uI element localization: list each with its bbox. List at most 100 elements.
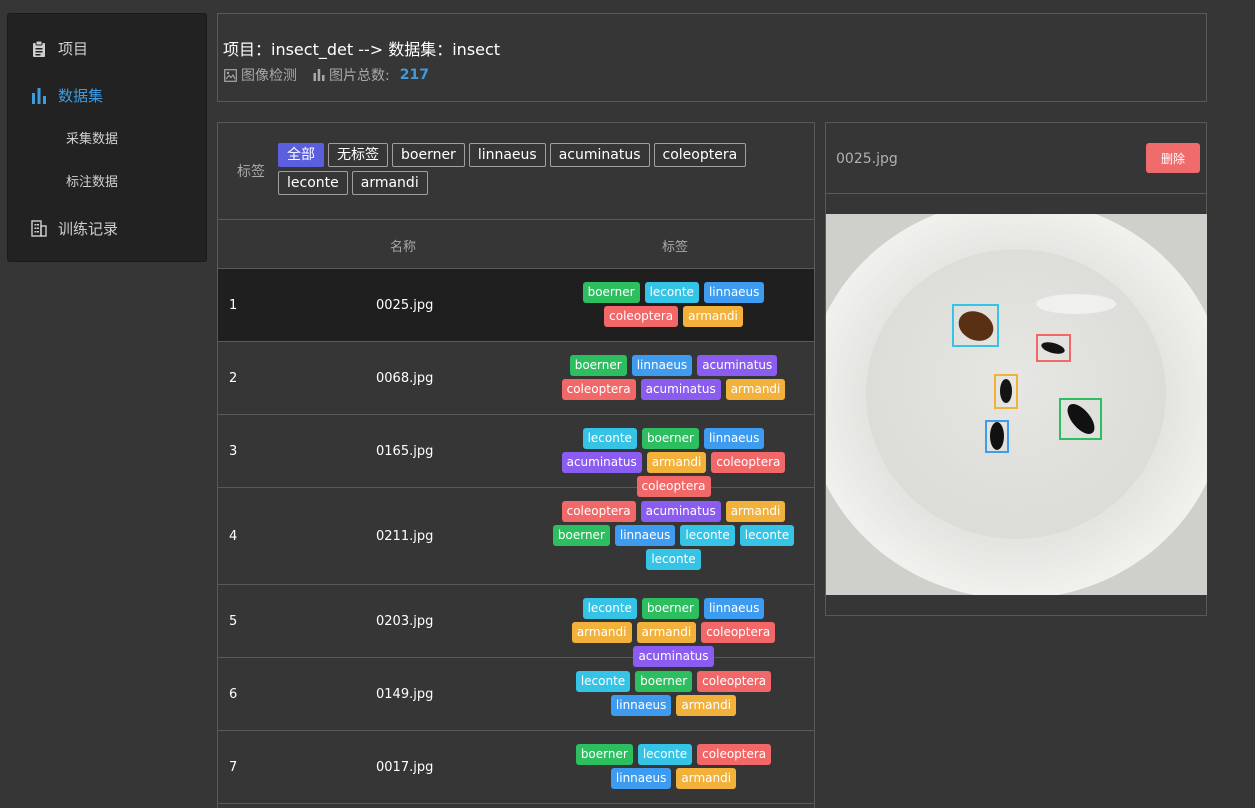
label-tag: armandi bbox=[571, 622, 632, 643]
image-count-label: 图片总数: bbox=[329, 68, 390, 84]
label-tag: leconte bbox=[582, 428, 637, 449]
image-count: 图片总数: 217 bbox=[313, 65, 429, 85]
label-tag: linnaeus bbox=[703, 282, 765, 303]
label-tag: armandi bbox=[646, 452, 707, 473]
image-icon bbox=[224, 68, 237, 82]
label-tag: leconte bbox=[680, 525, 735, 546]
filter-tag-5[interactable]: coleoptera bbox=[653, 143, 747, 167]
table-row[interactable]: 3 0165.jpg leconte boerner linnaeus acuminatu… bbox=[218, 415, 814, 497]
bar-chart-icon bbox=[30, 87, 48, 105]
column-header-name: 名称 bbox=[390, 240, 417, 255]
detail-filename: 0025.jpg bbox=[836, 151, 898, 167]
image-list-panel: 标签 全部 无标签 boerner linnaeus acuminatus coleopt… bbox=[217, 122, 815, 808]
bar-chart-icon bbox=[313, 69, 325, 81]
row-index: 4 bbox=[229, 529, 238, 544]
row-tags: boerner linnaeus acuminatus coleoptera acumi… bbox=[548, 355, 798, 403]
image-count-value: 217 bbox=[399, 67, 429, 83]
annotated-image bbox=[826, 214, 1207, 595]
nav-label-dataset: 数据集 bbox=[58, 87, 104, 105]
label-tag: leconte bbox=[637, 744, 693, 765]
nav-item-project[interactable]: 项目 bbox=[8, 38, 206, 59]
label-tag: boerner bbox=[582, 282, 640, 303]
row-filename: 0203.jpg bbox=[376, 614, 434, 629]
row-index: 7 bbox=[229, 760, 238, 775]
image-detail-header: 0025.jpg 删除 bbox=[825, 122, 1207, 194]
label-tag: armandi bbox=[683, 306, 743, 327]
row-index: 5 bbox=[229, 614, 238, 629]
label-tag: linnaeus bbox=[703, 428, 765, 449]
label-tag: boerner bbox=[569, 355, 627, 376]
task-type-label: 图像检测 bbox=[241, 68, 297, 84]
row-index: 2 bbox=[229, 371, 238, 386]
delete-button[interactable]: 删除 bbox=[1146, 143, 1200, 173]
label-tag: acuminatus bbox=[640, 379, 721, 400]
row-index: 6 bbox=[229, 687, 238, 702]
label-tag: boerner bbox=[552, 525, 610, 546]
label-tag: acuminatus bbox=[640, 501, 721, 522]
row-index: 3 bbox=[229, 444, 238, 459]
filter-tag-1[interactable]: 无标签 bbox=[328, 143, 388, 167]
label-tag: coleoptera bbox=[561, 501, 636, 522]
label-tag: leconte bbox=[646, 549, 701, 570]
table-row[interactable]: 1 0025.jpg boerner leconte linnaeus coleopter… bbox=[218, 269, 814, 342]
tag-filter-options: 全部 无标签 boerner linnaeus acuminatus coleoptera… bbox=[278, 143, 798, 199]
nav-label-project: 项目 bbox=[58, 40, 89, 58]
row-filename: 0149.jpg bbox=[376, 687, 434, 702]
row-tags: coleoptera acuminatus armandi boerner linnae… bbox=[548, 501, 798, 573]
nav-sub-annotate-data[interactable]: 标注数据 bbox=[66, 171, 118, 190]
label-tag: armandi bbox=[676, 695, 737, 716]
label-tag: coleoptera bbox=[697, 744, 772, 765]
label-tag: linnaeus bbox=[631, 355, 693, 376]
label-tag: leconte bbox=[739, 525, 795, 546]
label-tag: leconte bbox=[575, 671, 631, 692]
dataset-header: 项目：insect_det --> 数据集：insect 图像检测 图片总数: … bbox=[217, 13, 1207, 102]
row-filename: 0165.jpg bbox=[376, 444, 434, 459]
header-meta: 图像检测 图片总数: 217 bbox=[224, 65, 445, 85]
label-tag: armandi bbox=[636, 622, 697, 643]
label-tag: linnaeus bbox=[610, 768, 672, 789]
filter-tag-4[interactable]: acuminatus bbox=[549, 143, 650, 167]
label-tag: boerner bbox=[641, 428, 699, 449]
filter-tag-0[interactable]: 全部 bbox=[278, 143, 324, 167]
nav-sub-collect-data[interactable]: 采集数据 bbox=[66, 128, 118, 147]
label-tag: coleoptera bbox=[711, 452, 786, 473]
nav-item-dataset[interactable]: 数据集 bbox=[8, 85, 206, 106]
row-filename: 0017.jpg bbox=[376, 760, 434, 775]
row-tags: boerner leconte coleoptera linnaeus armandi bbox=[548, 744, 798, 792]
filter-tag-7[interactable]: armandi bbox=[351, 171, 428, 195]
tag-filter: 标签 全部 无标签 boerner linnaeus acuminatus coleopt… bbox=[218, 123, 814, 220]
label-tag: coleoptera bbox=[701, 622, 776, 643]
building-icon bbox=[30, 220, 48, 238]
page-title: 项目：insect_det --> 数据集：insect bbox=[223, 40, 501, 59]
nav-label-training-records: 训练记录 bbox=[58, 220, 119, 238]
task-type: 图像检测 bbox=[224, 65, 297, 85]
row-filename: 0068.jpg bbox=[376, 371, 434, 386]
tag-filter-label: 标签 bbox=[237, 164, 265, 180]
label-tag: acuminatus bbox=[697, 355, 778, 376]
label-tag: leconte bbox=[644, 282, 699, 303]
table-row[interactable]: 6 0149.jpg leconte boerner coleoptera linnaeu… bbox=[218, 658, 814, 731]
row-index: 1 bbox=[229, 298, 238, 313]
label-tag: linnaeus bbox=[614, 525, 676, 546]
label-tag: linnaeus bbox=[703, 598, 765, 619]
label-tag: boerner bbox=[575, 744, 633, 765]
label-tag: acuminatus bbox=[561, 452, 642, 473]
filter-tag-3[interactable]: linnaeus bbox=[468, 143, 546, 167]
filter-tag-6[interactable]: leconte bbox=[278, 171, 348, 195]
label-tag: armandi bbox=[725, 379, 786, 400]
table-row[interactable]: 7 0017.jpg boerner leconte coleoptera linnaeu… bbox=[218, 731, 814, 804]
table-row[interactable]: 2 0068.jpg boerner linnaeus acuminatus coleop… bbox=[218, 342, 814, 415]
table-row[interactable]: 5 0203.jpg leconte boerner linnaeus armandi ar… bbox=[218, 585, 814, 667]
label-tag: linnaeus bbox=[610, 695, 672, 716]
label-tag: armandi bbox=[725, 501, 786, 522]
filter-tag-2[interactable]: boerner bbox=[392, 143, 465, 167]
label-tag: boerner bbox=[641, 598, 699, 619]
nav-item-training-records[interactable]: 训练记录 bbox=[8, 218, 206, 239]
clipboard-icon bbox=[30, 40, 48, 58]
label-tag: coleoptera bbox=[697, 671, 772, 692]
label-tag: armandi bbox=[676, 768, 737, 789]
table-row[interactable]: 4 0211.jpg coleoptera acuminatus armandi boer… bbox=[218, 488, 814, 585]
row-tags: boerner leconte linnaeus coleoptera armandi bbox=[548, 282, 798, 330]
label-tag: coleoptera bbox=[561, 379, 636, 400]
sidebar: 项目 数据集 采集数据 标注数据 训练记录 bbox=[7, 13, 207, 262]
